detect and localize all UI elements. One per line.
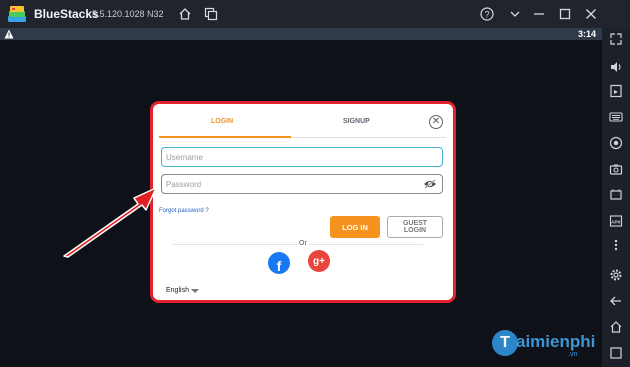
title-bar: BlueStacks 5.5.120.1028 N32 ? — [0, 0, 630, 28]
app-name: BlueStacks — [34, 7, 99, 21]
expand-icon[interactable] — [609, 32, 623, 46]
screenshot-icon[interactable] — [609, 188, 623, 202]
minimize-icon[interactable] — [530, 5, 548, 23]
annotation-arrow — [63, 187, 157, 258]
watermark-text: aimienphi — [516, 332, 596, 351]
recent-apps-icon[interactable] — [609, 346, 623, 360]
home-icon[interactable] — [176, 5, 194, 23]
tab-signup[interactable]: SIGNUP — [343, 118, 370, 125]
screen-rotate-icon[interactable] — [609, 84, 623, 98]
eye-slash-icon[interactable] — [423, 179, 437, 189]
active-tab-indicator — [159, 136, 291, 138]
settings-icon[interactable] — [609, 268, 623, 282]
collapse-icon[interactable] — [506, 5, 524, 23]
help-icon[interactable]: ? — [478, 5, 496, 23]
google-plus-icon: g+ — [313, 255, 325, 267]
keyboard-icon[interactable] — [609, 110, 623, 124]
svg-text:?: ? — [484, 10, 489, 20]
apk-icon[interactable]: APK — [609, 214, 623, 228]
watermark-logo: T aimienphi .vn — [492, 330, 602, 364]
username-input[interactable] — [161, 147, 443, 167]
dialog-close-icon[interactable]: ✕ — [429, 115, 443, 129]
app-version: 5.5.120.1028 N32 — [92, 9, 164, 19]
back-icon[interactable] — [609, 294, 623, 308]
or-label: Or — [297, 240, 309, 247]
tab-divider — [291, 137, 446, 138]
multi-instance-icon[interactable] — [202, 5, 220, 23]
guest-login-button[interactable]: GUEST LOGIN — [387, 216, 443, 238]
watermark-suffix: .vn — [568, 351, 578, 358]
login-dialog: LOGIN SIGNUP ✕ Forgot password ? LOG IN … — [150, 101, 456, 303]
password-input[interactable] — [161, 174, 443, 194]
right-sidebar: APK — [602, 28, 630, 367]
android-status-bar: 3:14 — [0, 28, 602, 40]
facebook-icon: f — [276, 258, 282, 274]
language-selector[interactable]: English — [166, 287, 189, 294]
google-plus-login-button[interactable]: g+ — [308, 250, 330, 272]
tab-login[interactable]: LOGIN — [211, 118, 233, 125]
facebook-login-button[interactable]: f — [268, 252, 290, 274]
volume-icon[interactable] — [609, 60, 623, 74]
chevron-down-icon[interactable] — [191, 289, 199, 293]
maximize-icon[interactable] — [556, 5, 574, 23]
camera-icon[interactable] — [609, 162, 623, 176]
close-icon[interactable] — [582, 5, 600, 23]
svg-text:APK: APK — [611, 220, 621, 225]
more-icon[interactable] — [609, 238, 623, 252]
record-icon[interactable] — [609, 136, 623, 150]
warning-icon — [4, 29, 14, 39]
bluestacks-logo — [8, 6, 26, 22]
watermark-icon: T — [492, 330, 518, 356]
android-home-icon[interactable] — [609, 320, 623, 334]
login-button[interactable]: LOG IN — [330, 216, 380, 238]
status-time: 3:14 — [577, 29, 596, 39]
